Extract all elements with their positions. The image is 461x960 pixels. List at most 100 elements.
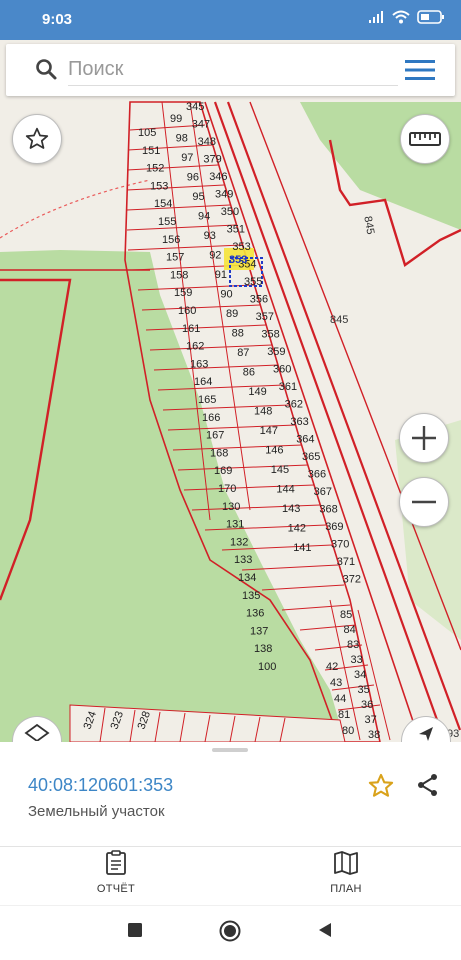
parcel-label[interactable]: 36 <box>361 699 373 711</box>
parcel-label[interactable]: 167 <box>206 430 224 442</box>
parcel-label[interactable]: 154 <box>154 198 172 210</box>
parcel-label[interactable]: 155 <box>158 216 176 228</box>
ruler-button[interactable] <box>400 114 450 164</box>
parcel-label[interactable]: 163 <box>190 358 208 370</box>
home-icon[interactable] <box>219 920 241 942</box>
parcel-info-sheet[interactable]: 40:08:120601:353 Земельный участок ОТЧЁТ… <box>0 742 461 905</box>
parcel-label[interactable]: 35 <box>358 684 370 696</box>
parcel-label[interactable]: 151 <box>142 145 160 157</box>
parcel-label[interactable]: 346 <box>209 171 227 183</box>
parcel-label[interactable]: 158 <box>170 269 188 281</box>
parcel-label[interactable]: 358 <box>261 329 279 341</box>
parcel-label[interactable]: 148 <box>254 406 272 418</box>
parcel-label[interactable]: 364 <box>296 434 314 446</box>
parcel-label[interactable]: 153 <box>150 180 168 192</box>
parcel-label[interactable]: 98 <box>176 133 188 145</box>
parcel-label[interactable]: 80 <box>342 725 354 737</box>
parcel-label[interactable]: 168 <box>210 447 228 459</box>
parcel-label[interactable]: 353 <box>232 241 250 253</box>
parcel-label[interactable]: 130 <box>222 501 240 513</box>
selected-parcel-label[interactable]: 353 <box>229 254 247 266</box>
parcel-label[interactable]: 38 <box>368 729 380 741</box>
parcel-label[interactable]: 369 <box>325 521 343 533</box>
zoom-out-button[interactable] <box>399 477 449 527</box>
parcel-label[interactable]: 97 <box>181 152 193 164</box>
parcel-label[interactable]: 170 <box>218 483 236 495</box>
parcel-label[interactable]: 86 <box>243 367 255 379</box>
parcel-label[interactable]: 84 <box>344 624 356 636</box>
parcel-label[interactable]: 366 <box>308 469 326 481</box>
star-favorite-icon[interactable] <box>367 772 395 800</box>
parcel-label[interactable]: 81 <box>338 709 350 721</box>
parcel-label[interactable]: 347 <box>192 119 210 131</box>
plan-button[interactable]: ПЛАН <box>286 850 406 895</box>
parcel-label[interactable]: 88 <box>232 328 244 340</box>
parcel-label[interactable]: 92 <box>209 250 221 262</box>
parcel-label[interactable]: 89 <box>226 308 238 320</box>
parcel-label[interactable]: 134 <box>238 572 256 584</box>
parcel-label[interactable]: 372 <box>343 574 361 586</box>
parcel-label[interactable]: 149 <box>248 386 266 398</box>
parcel-label[interactable]: 349 <box>215 189 233 201</box>
parcel-label[interactable]: 93 <box>204 230 216 242</box>
parcel-label[interactable]: 360 <box>273 364 291 376</box>
parcel-label[interactable]: 143 <box>282 503 300 515</box>
parcel-label[interactable]: 166 <box>202 412 220 424</box>
parcel-label[interactable]: 160 <box>178 305 196 317</box>
parcel-label[interactable]: 345 <box>186 101 204 113</box>
parcel-label[interactable]: 169 <box>214 465 232 477</box>
parcel-label[interactable]: 138 <box>254 643 272 655</box>
parcel-label[interactable]: 34 <box>354 669 366 681</box>
favorite-map-button[interactable] <box>12 114 62 164</box>
cadastral-map[interactable]: 3453473483793463493503513533543553563573… <box>0 40 461 742</box>
recent-apps-icon[interactable] <box>127 922 143 938</box>
back-icon[interactable] <box>317 922 333 938</box>
parcel-label[interactable]: 164 <box>194 376 212 388</box>
parcel-label[interactable]: 367 <box>314 486 332 498</box>
parcel-label[interactable]: 361 <box>279 381 297 393</box>
parcel-label[interactable]: 90 <box>220 289 232 301</box>
parcel-label[interactable]: 152 <box>146 163 164 175</box>
parcel-label[interactable]: 44 <box>334 693 346 705</box>
sheet-drag-handle[interactable] <box>212 748 248 752</box>
parcel-label[interactable]: 136 <box>246 608 264 620</box>
parcel-label[interactable]: 165 <box>198 394 216 406</box>
search-icon[interactable] <box>34 57 58 81</box>
parcel-label[interactable]: 43 <box>330 677 342 689</box>
parcel-label[interactable]: 379 <box>203 154 221 166</box>
parcel-label[interactable]: 91 <box>215 269 227 281</box>
zoom-in-button[interactable] <box>399 413 449 463</box>
parcel-label[interactable]: 370 <box>331 539 349 551</box>
parcel-label[interactable]: 141 <box>293 542 311 554</box>
parcel-label[interactable]: 348 <box>198 136 216 148</box>
parcel-label[interactable]: 142 <box>288 523 306 535</box>
parcel-label[interactable]: 83 <box>347 639 359 651</box>
parcel-label[interactable]: 147 <box>260 425 278 437</box>
parcel-label[interactable]: 133 <box>234 554 252 566</box>
map-view[interactable]: 345 347 348 379 346 349 350 351 353 354 355 356 357 3… <box>0 40 461 742</box>
parcel-label[interactable]: 42 <box>326 661 338 673</box>
parcel-label[interactable]: 363 <box>290 416 308 428</box>
parcel-label[interactable]: 365 <box>302 451 320 463</box>
parcel-label[interactable]: 362 <box>285 399 303 411</box>
parcel-label[interactable]: 37 <box>365 714 377 726</box>
parcel-label[interactable]: 99 <box>170 113 182 125</box>
share-icon[interactable] <box>416 773 440 797</box>
report-button[interactable]: ОТЧЁТ <box>56 850 176 895</box>
parcel-label[interactable]: 96 <box>187 172 199 184</box>
parcel-label[interactable]: 145 <box>271 464 289 476</box>
parcel-label[interactable]: 105 <box>138 127 156 139</box>
parcel-label[interactable]: 94 <box>198 211 210 223</box>
parcel-label[interactable]: 95 <box>192 191 204 203</box>
parcel-label[interactable]: 355 <box>244 276 262 288</box>
parcel-label[interactable]: 132 <box>230 536 248 548</box>
parcel-label[interactable]: 131 <box>226 519 244 531</box>
parcel-label[interactable]: 85 <box>340 609 352 621</box>
menu-icon[interactable] <box>405 59 435 81</box>
parcel-label[interactable]: 146 <box>265 445 283 457</box>
parcel-label[interactable]: 161 <box>182 323 200 335</box>
parcel-label[interactable]: 162 <box>186 341 204 353</box>
parcel-label[interactable]: 100 <box>258 661 276 673</box>
parcel-label[interactable]: 350 <box>221 206 239 218</box>
parcel-label[interactable]: 159 <box>174 287 192 299</box>
